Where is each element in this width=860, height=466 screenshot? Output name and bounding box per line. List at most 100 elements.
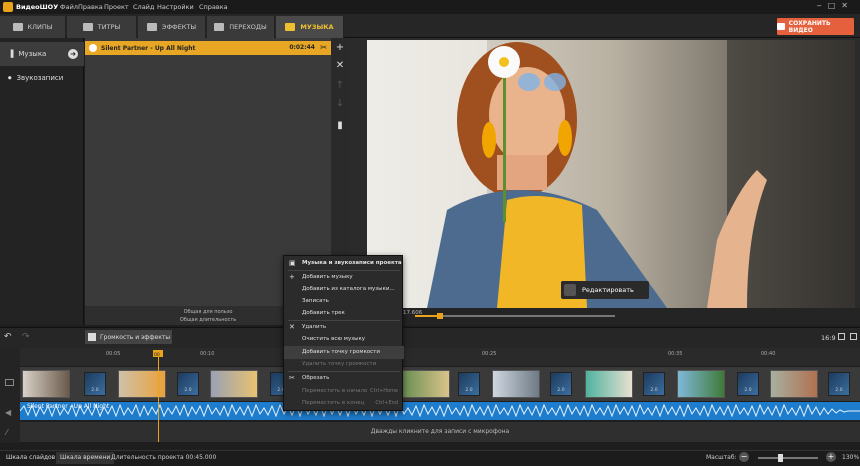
menu-settings[interactable]: Настройки (157, 3, 194, 11)
move-down-icon[interactable]: ↓ (331, 98, 349, 109)
menu-slide[interactable]: Слайд (133, 3, 154, 11)
zoom-in-button[interactable]: + (826, 452, 836, 462)
project-duration: Длительность проекта 00:45.000 (111, 454, 217, 461)
shortcut-label: Ctrl+End (375, 400, 398, 407)
playhead-marker[interactable]: 00 (153, 350, 163, 358)
zoom-slider-handle[interactable] (778, 454, 783, 462)
tab-titles[interactable]: ТИТРЫ (67, 16, 137, 38)
menu-record[interactable]: Записать (284, 295, 404, 308)
slide-clip[interactable] (402, 370, 450, 398)
slide-clip[interactable] (677, 370, 725, 398)
undo-icon[interactable]: ↶ (4, 332, 12, 342)
menu-add-music[interactable]: + Добавить музыку (284, 271, 404, 284)
add-icon[interactable]: + (331, 42, 349, 53)
edit-button[interactable]: Редактировать (561, 281, 649, 299)
tab-effects[interactable]: ЭФФЕКТЫ (138, 16, 206, 38)
tab-music[interactable]: МУЗЫКА (276, 16, 344, 38)
menu-file[interactable]: Файл (60, 3, 78, 11)
transition-item[interactable]: 2.0 (643, 372, 665, 396)
shortcut-label: Ctrl+Home (370, 388, 398, 395)
tick-label: 00:25 (482, 351, 497, 357)
play-icon[interactable] (89, 44, 97, 52)
aspect-ratio[interactable]: 16:9 (821, 334, 836, 342)
menu-clear-music[interactable]: Очистить всю музыку (284, 333, 404, 346)
timeline-ruler[interactable] (20, 348, 860, 366)
music-track-item[interactable]: Silent Partner - Up All Night 0:02:44 ✂ (85, 41, 331, 55)
transition-item[interactable]: 2.0 (84, 372, 106, 396)
menu-move-to-end[interactable]: Переместить в конец Ctrl+End (284, 397, 404, 410)
slide-clip[interactable] (585, 370, 633, 398)
audio-waveform (20, 403, 860, 418)
progress-handle[interactable] (437, 313, 443, 319)
volume-effects-button[interactable]: Громкость и эффекты (85, 330, 172, 344)
menu-trim[interactable]: ✂ Обрезать (284, 372, 404, 385)
close-icon: ✕ (289, 323, 295, 332)
slide-clip[interactable] (492, 370, 540, 398)
tab-slides-timeline[interactable]: Шкала слайдов (2, 452, 60, 464)
zoom-out-button[interactable]: − (739, 452, 749, 462)
menu-help[interactable]: Справка (199, 3, 228, 11)
effects-icon (146, 23, 157, 31)
title-bar (0, 0, 860, 14)
transition-duration: 2.0 (557, 388, 565, 393)
app-logo-icon (3, 2, 13, 12)
transition-duration: 2.0 (744, 388, 752, 393)
transition-item[interactable]: 2.0 (828, 372, 850, 396)
pencil-icon (564, 284, 576, 296)
trim-icon[interactable]: ✂ (320, 43, 327, 52)
sidebar-item-recordings[interactable]: ⏺ Звукозаписи (0, 66, 84, 90)
menu-edit[interactable]: Правка (78, 3, 103, 11)
menu-add-from-catalog[interactable]: Добавить из каталога музыки... (284, 283, 404, 296)
menu-add-track[interactable]: Добавить трек (284, 307, 404, 320)
window-controls[interactable]: ‒□✕ (817, 1, 854, 10)
tick-label: 00:10 (200, 351, 215, 357)
slide-clip[interactable] (770, 370, 818, 398)
audio-track-label: Silent Partner - Up All Night (27, 403, 110, 410)
transition-duration: 2.0 (835, 388, 843, 393)
music-sidebar: ▐ Музыка ➜ ⏺ Звукозаписи (0, 38, 84, 325)
track-duration: 0:02:44 (289, 44, 315, 51)
music-note-icon: ▐ (8, 50, 14, 58)
settings-icon[interactable] (838, 333, 845, 340)
tab-transitions[interactable]: ПЕРЕХОДЫ (207, 16, 275, 38)
transition-item[interactable]: 2.0 (550, 372, 572, 396)
app-title: ВидеоШОУ (16, 3, 59, 11)
menu-move-to-start[interactable]: Переместить в начало Ctrl+Home (284, 385, 404, 398)
preview-image (367, 40, 855, 308)
progress-track[interactable] (415, 315, 615, 317)
microphone-icon: ⁄ (6, 428, 8, 437)
transition-item[interactable]: 2.0 (177, 372, 199, 396)
tab-clips[interactable]: КЛИПЫ (0, 16, 66, 38)
tab-time-timeline[interactable]: Шкала времени (56, 452, 115, 464)
film-icon (777, 23, 785, 30)
move-up-icon[interactable]: ↑ (331, 80, 349, 91)
zoom-label: Масштаб: (706, 454, 737, 461)
redo-icon[interactable]: ↷ (22, 332, 30, 342)
video-track-icon (5, 379, 14, 386)
menu-add-volume-point[interactable]: Добавить точку громкости (284, 346, 404, 359)
slide-clip[interactable] (22, 370, 70, 398)
close-icon[interactable]: ✕ (331, 60, 349, 71)
transition-duration: 2.0 (91, 388, 99, 393)
microphone-hint: Дважды кликните для записи с микрофона (370, 428, 510, 435)
music-note-icon (285, 23, 296, 31)
tick-label: 00:05 (106, 351, 121, 357)
trash-icon[interactable]: ▮ (331, 120, 349, 131)
transition-item[interactable]: 2.0 (458, 372, 480, 396)
transition-item[interactable]: 2.0 (737, 372, 759, 396)
zoom-value: 130% (842, 454, 860, 461)
menu-delete[interactable]: ✕ Удалить (284, 321, 404, 334)
track-headers: ◀ ⁄ (0, 348, 20, 443)
menu-remove-volume-point[interactable]: Удалить точку громкости (284, 358, 404, 371)
zoom-slider[interactable] (758, 457, 818, 459)
slide-clip[interactable] (210, 370, 258, 398)
titles-icon (82, 23, 93, 31)
tick-label: 00:40 (761, 351, 776, 357)
music-library-icon: ▣ (289, 259, 296, 268)
sidebar-item-music[interactable]: ▐ Музыка ➜ (0, 42, 84, 66)
audio-track[interactable] (20, 402, 860, 420)
save-video-button[interactable]: СОХРАНИТЬ ВИДЕО (777, 18, 854, 35)
fullscreen-icon[interactable] (850, 333, 857, 340)
track-name: Silent Partner - Up All Night (101, 44, 196, 52)
menu-project[interactable]: Проект (104, 3, 129, 11)
